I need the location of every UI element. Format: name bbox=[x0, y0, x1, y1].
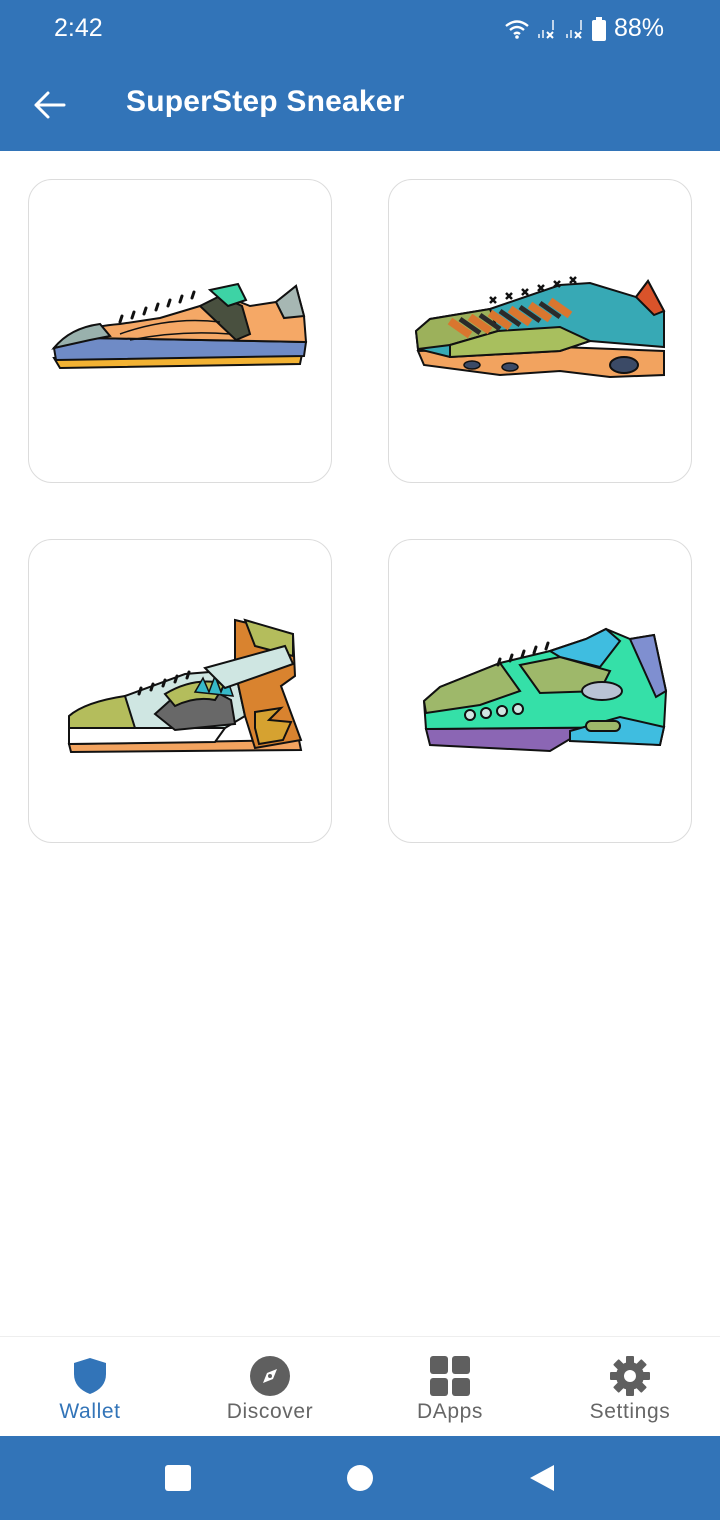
sneaker-high-top-olive-image bbox=[67, 618, 303, 754]
signal-x-icon bbox=[536, 18, 558, 40]
sneaker-runner-teal-orange-image bbox=[414, 276, 666, 379]
status-icons: 88% bbox=[504, 14, 664, 43]
sneaker-card[interactable] bbox=[388, 539, 692, 843]
compass-icon bbox=[248, 1354, 292, 1398]
status-time: 2:42 bbox=[54, 14, 103, 42]
page-title: SuperStep Sneaker bbox=[126, 85, 405, 118]
nav-label: DApps bbox=[416, 1400, 484, 1423]
wifi-icon bbox=[504, 18, 530, 40]
home-circle-icon bbox=[347, 1465, 373, 1491]
nav-dapps[interactable]: DApps bbox=[360, 1337, 540, 1437]
grid-icon bbox=[428, 1354, 472, 1398]
back-triangle-icon bbox=[530, 1465, 554, 1491]
nav-wallet[interactable]: Wallet bbox=[0, 1337, 180, 1437]
sneaker-air-green-blue-image bbox=[422, 627, 668, 753]
sneaker-card[interactable] bbox=[28, 179, 332, 483]
shield-icon bbox=[68, 1354, 112, 1398]
nav-label: Wallet bbox=[59, 1400, 121, 1423]
battery-icon bbox=[591, 16, 606, 41]
recents-button[interactable] bbox=[158, 1458, 198, 1498]
nav-settings[interactable]: Settings bbox=[540, 1337, 720, 1437]
sneaker-low-orange-image bbox=[51, 282, 308, 370]
system-back-button[interactable] bbox=[522, 1458, 562, 1498]
recents-square-icon bbox=[165, 1465, 191, 1491]
system-nav-bar bbox=[0, 1436, 720, 1520]
gear-icon bbox=[608, 1354, 652, 1398]
signal-x-icon bbox=[564, 18, 586, 40]
arrow-left-icon bbox=[34, 91, 66, 119]
bottom-nav: Wallet Discover DApps Settings bbox=[0, 1336, 720, 1436]
nav-label: Settings bbox=[589, 1400, 671, 1423]
nav-label: Discover bbox=[226, 1400, 314, 1423]
app-bar: SuperStep Sneaker bbox=[0, 56, 720, 151]
status-bar: 2:42 88% bbox=[0, 0, 720, 56]
battery-percent: 88% bbox=[613, 14, 664, 42]
sneaker-card[interactable] bbox=[28, 539, 332, 843]
nav-discover[interactable]: Discover bbox=[180, 1337, 360, 1437]
home-button[interactable] bbox=[340, 1458, 380, 1498]
back-button[interactable] bbox=[28, 83, 72, 127]
sneaker-card[interactable] bbox=[388, 179, 692, 483]
